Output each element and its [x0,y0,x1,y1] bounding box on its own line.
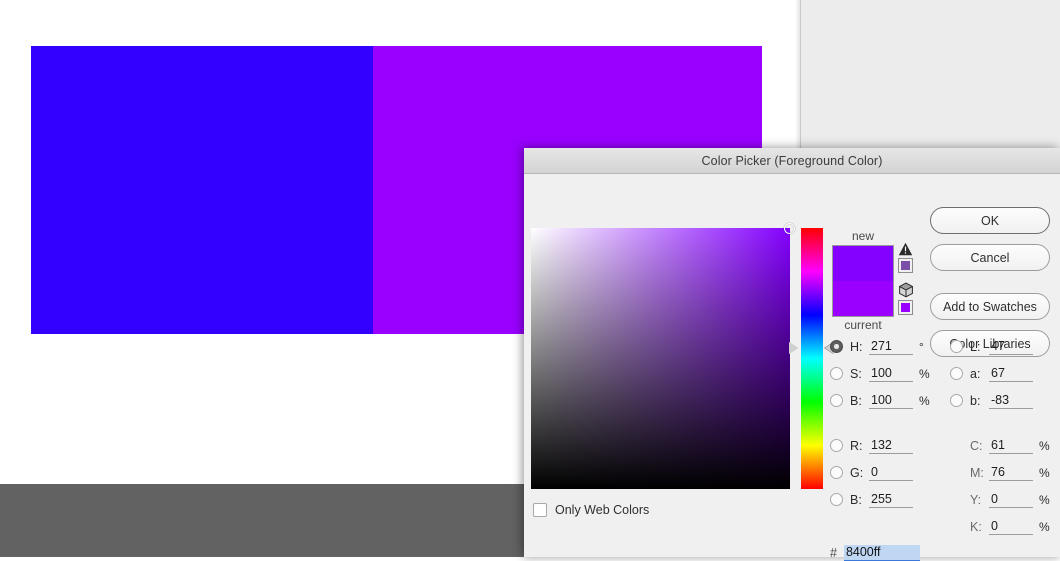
saturation-brightness-gradient[interactable] [531,223,795,489]
hex-field-row[interactable]: # 8400ff [830,545,920,561]
dialog-body: new current OK Cancel Add to Swatches Co… [524,174,1060,561]
color-field-marker[interactable] [784,223,795,234]
radio-s[interactable] [830,367,843,380]
radio-blab[interactable] [950,394,963,407]
label-m: M: [970,465,984,480]
new-color-swatch[interactable] [833,246,893,281]
web-chip-color [901,303,910,312]
warning-icons [898,242,920,321]
current-color-swatch[interactable] [833,281,893,316]
field-row-y: Y: 0% [950,486,1050,513]
radio-b[interactable] [830,394,843,407]
input-l[interactable]: 47 [989,339,1033,355]
input-r[interactable]: 132 [869,438,913,454]
input-g[interactable]: 0 [869,465,913,481]
hex-input[interactable]: 8400ff [843,545,920,561]
field-row-b: B: 100% [830,387,930,414]
field-row-g: G: 0 [830,459,913,486]
document-color-block-blue [31,46,373,334]
field-row-k: K: 0% [950,513,1050,540]
radio-a[interactable] [950,367,963,380]
input-s[interactable]: 100 [869,366,913,382]
only-web-colors-checkbox-row[interactable]: Only Web Colors [533,503,649,517]
input-m[interactable]: 76 [989,465,1033,481]
hex-symbol: # [830,546,837,560]
only-web-colors-label: Only Web Colors [555,503,650,517]
input-h[interactable]: 271 [869,339,913,355]
field-row-b2: B: 255 [830,486,913,513]
field-row-a: a: 67 [950,360,1033,387]
warning-triangle-icon[interactable] [898,242,920,256]
field-row-m: M: 76% [950,459,1050,486]
unit-c: % [1039,438,1050,453]
unit-b: % [919,393,930,408]
label-r: R: [850,438,863,453]
label-b: B: [850,393,862,408]
radio-h[interactable] [830,340,843,353]
cancel-button[interactable]: Cancel [930,244,1050,271]
saturation-brightness-field[interactable] [531,223,795,489]
field-row-blab: b: -83 [950,387,1033,414]
dialog-title: Color Picker (Foreground Color) [701,153,883,168]
label-blab: b: [970,393,981,408]
color-picker-dialog: Color Picker (Foreground Color) new curr… [524,148,1060,561]
web-warning-row[interactable] [898,282,920,315]
label-h: H: [850,339,863,354]
label-c: C: [970,438,983,453]
web-cube-icon[interactable] [898,282,920,298]
radio-l[interactable] [950,340,963,353]
input-a[interactable]: 67 [989,366,1033,382]
label-s: S: [850,366,862,381]
unit-h: ° [919,339,924,354]
new-color-label: new [851,229,874,243]
hue-slider-arrow-left[interactable] [789,342,798,354]
input-b[interactable]: 100 [869,393,913,409]
only-web-colors-checkbox[interactable] [533,503,547,517]
field-row-h: H: 271 ° [830,333,924,360]
input-y[interactable]: 0 [989,492,1033,508]
unit-s: % [919,366,930,381]
dialog-titlebar[interactable]: Color Picker (Foreground Color) [524,148,1060,174]
radio-r[interactable] [830,439,843,452]
label-a: a: [970,366,981,381]
gamut-warning-chip[interactable] [898,258,913,273]
field-row-l: L: 47 [950,333,1033,360]
add-to-swatches-button[interactable]: Add to Swatches [930,293,1050,320]
label-y: Y: [970,492,982,507]
unit-m: % [1039,465,1050,480]
field-row-c: C: 61% [950,432,1050,459]
unit-y: % [1039,492,1050,507]
label-k: K: [970,519,982,534]
color-preview-block: new current [832,228,894,334]
label-b2: B: [850,492,862,507]
field-row-r: R: 132 [830,432,913,459]
unit-k: % [1039,519,1050,534]
web-warning-chip[interactable] [898,300,913,315]
input-blab[interactable]: -83 [989,393,1033,409]
input-c[interactable]: 61 [989,438,1033,454]
hue-slider[interactable] [789,228,834,489]
field-row-s: S: 100% [830,360,930,387]
input-k[interactable]: 0 [989,519,1033,535]
label-l: L: [970,339,981,354]
label-g: G: [850,465,864,480]
hue-spectrum[interactable] [801,228,823,489]
radio-b2[interactable] [830,493,843,506]
radio-g[interactable] [830,466,843,479]
new-current-swatches[interactable] [832,245,894,317]
input-b2[interactable]: 255 [869,492,913,508]
gamut-chip-color [901,261,910,270]
current-color-label: current [844,318,882,332]
gamut-warning-row[interactable] [898,242,920,273]
ok-button[interactable]: OK [930,207,1050,234]
